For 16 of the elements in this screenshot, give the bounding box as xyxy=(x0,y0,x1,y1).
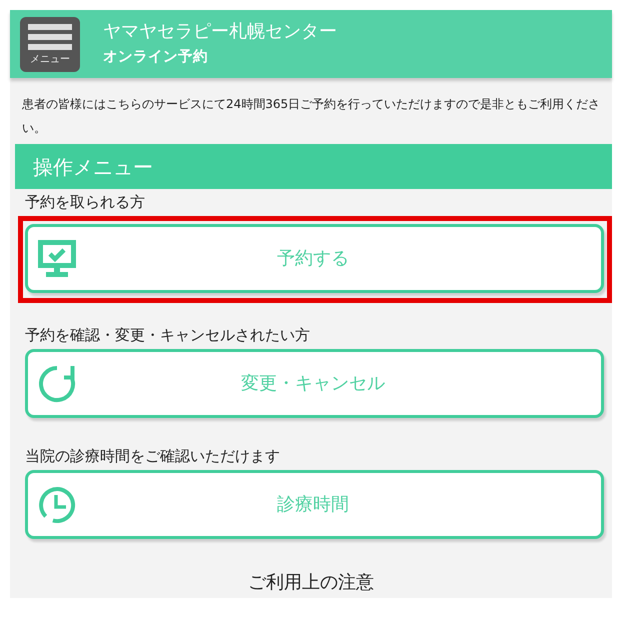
action-button[interactable]: 変更・キャンセル xyxy=(25,349,604,418)
menu-button[interactable]: メニュー xyxy=(20,16,80,72)
action-caption: 予約を確認・変更・キャンセルされたい方 xyxy=(25,327,311,344)
site-title: ヤマヤセラピー札幌センター xyxy=(103,21,337,44)
clock-icon xyxy=(37,484,77,524)
action-button[interactable]: 診療時間 xyxy=(25,470,604,539)
action-caption: 当院の診療時間をご確認いただけます xyxy=(25,448,281,465)
monitor-check-icon xyxy=(37,238,77,278)
menu-icon xyxy=(28,24,72,50)
action-caption: 予約を取られる方 xyxy=(25,194,146,211)
action-button[interactable]: 予約する xyxy=(25,224,604,293)
section-heading: 操作メニュー xyxy=(15,144,612,189)
refresh-icon xyxy=(37,364,77,404)
notice-heading: ご利用上の注意 xyxy=(247,571,375,595)
site-subtitle: オンライン予約 xyxy=(103,48,209,67)
intro-text: 患者の皆様にはこちらのサービスにて24時間365日ご予約を行っていただけますので是非ともご利用ください。 xyxy=(21,96,602,137)
